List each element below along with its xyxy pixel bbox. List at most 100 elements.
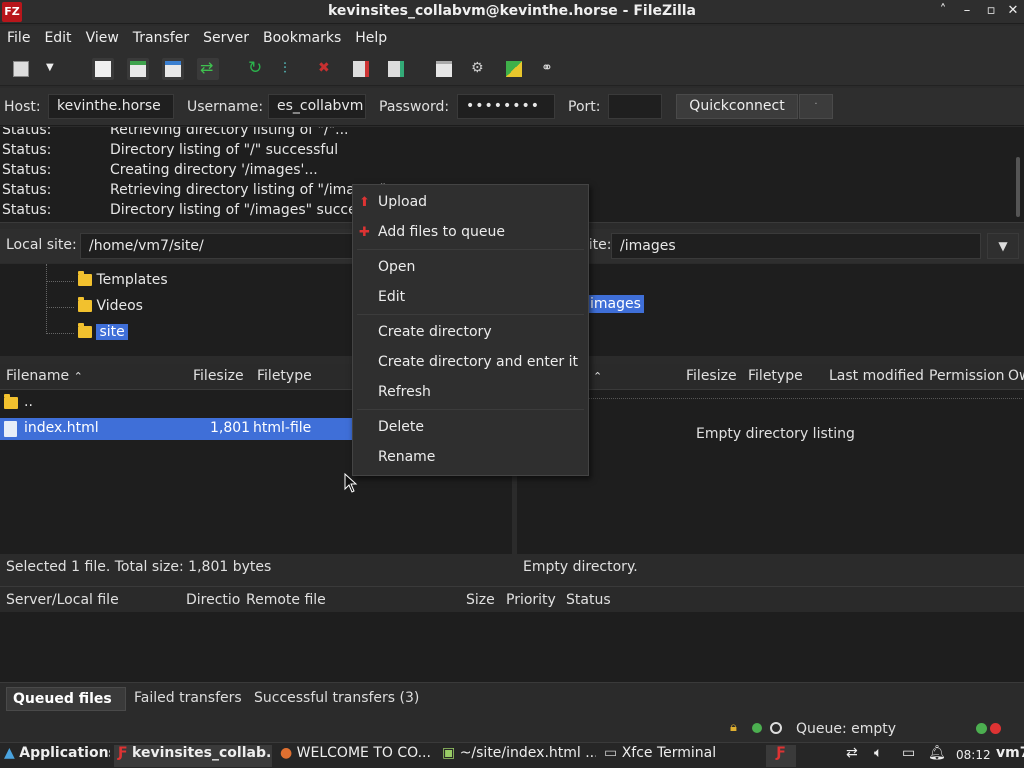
- tab-successful-transfers[interactable]: Successful transfers (3): [248, 687, 425, 711]
- password-input[interactable]: ••••••••: [457, 94, 555, 119]
- terminal-icon: ▭: [604, 745, 618, 761]
- tab-failed-transfers[interactable]: Failed transfers: [128, 687, 248, 711]
- menu-bookmarks[interactable]: Bookmarks: [256, 26, 348, 50]
- transfer-queue-list[interactable]: [0, 612, 1024, 682]
- close-button[interactable]: ✕: [1004, 2, 1022, 20]
- permissions-column-header[interactable]: Permission: [929, 368, 1005, 384]
- menu-item-refresh[interactable]: Refresh: [353, 379, 588, 407]
- cancel-operation-icon[interactable]: ✖: [315, 58, 337, 80]
- volume-icon[interactable]: 🔈︎: [870, 745, 894, 767]
- menu-transfer[interactable]: Transfer: [126, 26, 196, 50]
- remote-site-path-input[interactable]: /images: [611, 233, 981, 259]
- title-bar: FZ kevinsites_collabvm@kevinthe.horse - …: [0, 0, 1024, 24]
- tree-item[interactable]: Templates: [78, 271, 168, 288]
- minimize-button[interactable]: –: [958, 2, 976, 20]
- notification-bell-icon[interactable]: 🔔︎: [924, 745, 946, 767]
- taskbar: ▲ Applications Ƒ kevinsites_collab... ● …: [0, 742, 1024, 768]
- menu-item-rename[interactable]: Rename: [353, 444, 588, 472]
- site-manager-dropdown-icon[interactable]: ▼: [46, 62, 60, 76]
- log-scrollbar[interactable]: [1016, 157, 1020, 217]
- local-tree-toggle-icon[interactable]: [127, 58, 149, 80]
- host-input[interactable]: kevinthe.horse: [48, 94, 174, 119]
- reconnect-icon[interactable]: [385, 58, 407, 80]
- site-manager-icon[interactable]: [10, 58, 32, 80]
- tab-queued-files[interactable]: Queued files: [6, 687, 126, 711]
- network-icon[interactable]: ⇄: [842, 745, 866, 767]
- username-label: Username:: [187, 99, 264, 115]
- local-status-bar: Selected 1 file. Total size: 1,801 bytes: [0, 554, 512, 582]
- connection-status-icon: [752, 723, 762, 733]
- port-input[interactable]: [608, 94, 662, 119]
- html-file-icon: [4, 421, 17, 437]
- last-modified-column-header[interactable]: Last modified: [829, 368, 924, 384]
- filetype-column-header[interactable]: Filetype: [257, 368, 312, 384]
- tree-item[interactable]: Videos: [78, 297, 143, 314]
- user-name[interactable]: vm7: [992, 745, 1024, 767]
- folder-icon: [78, 323, 92, 338]
- remote-directory-tree[interactable]: images: [517, 264, 1024, 356]
- filename-column-header[interactable]: Filename ⌃: [6, 368, 83, 384]
- quickconnect-button[interactable]: Quickconnect: [676, 94, 798, 119]
- remote-site-bar: Remote site: /images ▼: [517, 229, 1024, 263]
- task-filezilla[interactable]: Ƒ kevinsites_collab...: [114, 745, 272, 767]
- filesize-column-header[interactable]: Filesize: [686, 368, 737, 384]
- search-icon[interactable]: ⚭: [538, 58, 560, 80]
- menu-server[interactable]: Server: [196, 26, 256, 50]
- size-column-header[interactable]: Size: [466, 592, 495, 608]
- direction-column-header[interactable]: Directio: [186, 592, 242, 608]
- message-log-toggle-icon[interactable]: [92, 58, 114, 80]
- chevron-up-icon[interactable]: ˄: [934, 2, 952, 20]
- priority-column-header[interactable]: Priority: [506, 592, 556, 608]
- task-terminal[interactable]: ▭ Xfce Terminal: [600, 745, 758, 767]
- directory-compare-icon[interactable]: [503, 58, 525, 80]
- owner-column-header[interactable]: Ow: [1008, 368, 1024, 384]
- username-input[interactable]: es_collabvm: [268, 94, 366, 119]
- password-label: Password:: [379, 99, 450, 115]
- menu-edit[interactable]: Edit: [37, 26, 78, 50]
- remote-file-list[interactable]: Empty directory listing: [517, 390, 1024, 554]
- menu-item-add-to-queue[interactable]: ✚ Add files to queue: [353, 219, 588, 247]
- remote-path-dropdown-icon[interactable]: ▼: [987, 233, 1019, 259]
- filetype-column-header[interactable]: Filetype: [748, 368, 803, 384]
- server-local-file-column-header[interactable]: Server/Local file: [6, 592, 119, 608]
- process-queue-icon[interactable]: ⫶: [280, 58, 302, 80]
- workspace-switcher[interactable]: Ƒ: [766, 745, 796, 767]
- task-editor[interactable]: ▣ ~/site/index.html ...: [438, 745, 596, 767]
- menu-item-create-directory[interactable]: Create directory: [353, 319, 588, 347]
- filesize-column-header[interactable]: Filesize: [193, 368, 244, 384]
- menu-item-create-directory-and-enter[interactable]: Create directory and enter it: [353, 349, 588, 377]
- empty-listing-message: Empty directory listing: [696, 426, 855, 442]
- clock[interactable]: 08:12: [952, 748, 992, 768]
- menu-item-upload[interactable]: ⬆ Upload: [353, 189, 588, 217]
- applications-menu-button[interactable]: ▲ Applications: [0, 745, 110, 767]
- menu-help[interactable]: Help: [348, 26, 394, 50]
- refresh-icon[interactable]: ↻: [245, 58, 267, 80]
- quickconnect-dropdown-icon[interactable]: ·: [799, 94, 833, 119]
- menu-item-delete[interactable]: Delete: [353, 414, 588, 442]
- transfer-queue-toggle-icon[interactable]: ⇄: [197, 58, 219, 80]
- directory-filter-icon[interactable]: [433, 58, 455, 80]
- sync-browsing-icon[interactable]: ⚙: [468, 58, 490, 80]
- battery-icon[interactable]: ▭: [898, 745, 922, 767]
- quickconnect-bar: Host: kevinthe.horse Username: es_collab…: [0, 88, 1024, 126]
- lock-icon: 🔒︎: [730, 720, 737, 735]
- folder-icon: [4, 394, 18, 409]
- tree-item[interactable]: images: [587, 295, 644, 313]
- menu-view[interactable]: View: [79, 26, 126, 50]
- queue-tabs: Queued files Failed transfers Successful…: [0, 682, 1024, 714]
- menu-file[interactable]: File: [0, 26, 37, 50]
- local-site-label: Local site:: [6, 237, 77, 253]
- mouse-cursor-icon: [344, 473, 358, 493]
- status-column-header[interactable]: Status: [566, 592, 611, 608]
- menu-item-edit[interactable]: Edit: [353, 284, 588, 312]
- task-browser[interactable]: ● WELCOME TO CO...: [276, 745, 434, 767]
- remote-status-bar: Empty directory.: [517, 554, 1024, 582]
- speed-limit-icon[interactable]: [770, 722, 782, 734]
- maximize-button[interactable]: ▫: [982, 2, 1000, 20]
- remote-tree-toggle-icon[interactable]: [162, 58, 184, 80]
- tree-item[interactable]: site: [78, 323, 128, 340]
- remote-file-column-header[interactable]: Remote file: [246, 592, 326, 608]
- menu-item-open[interactable]: Open: [353, 254, 588, 282]
- upload-led-icon: [976, 723, 987, 734]
- disconnect-icon[interactable]: [350, 58, 372, 80]
